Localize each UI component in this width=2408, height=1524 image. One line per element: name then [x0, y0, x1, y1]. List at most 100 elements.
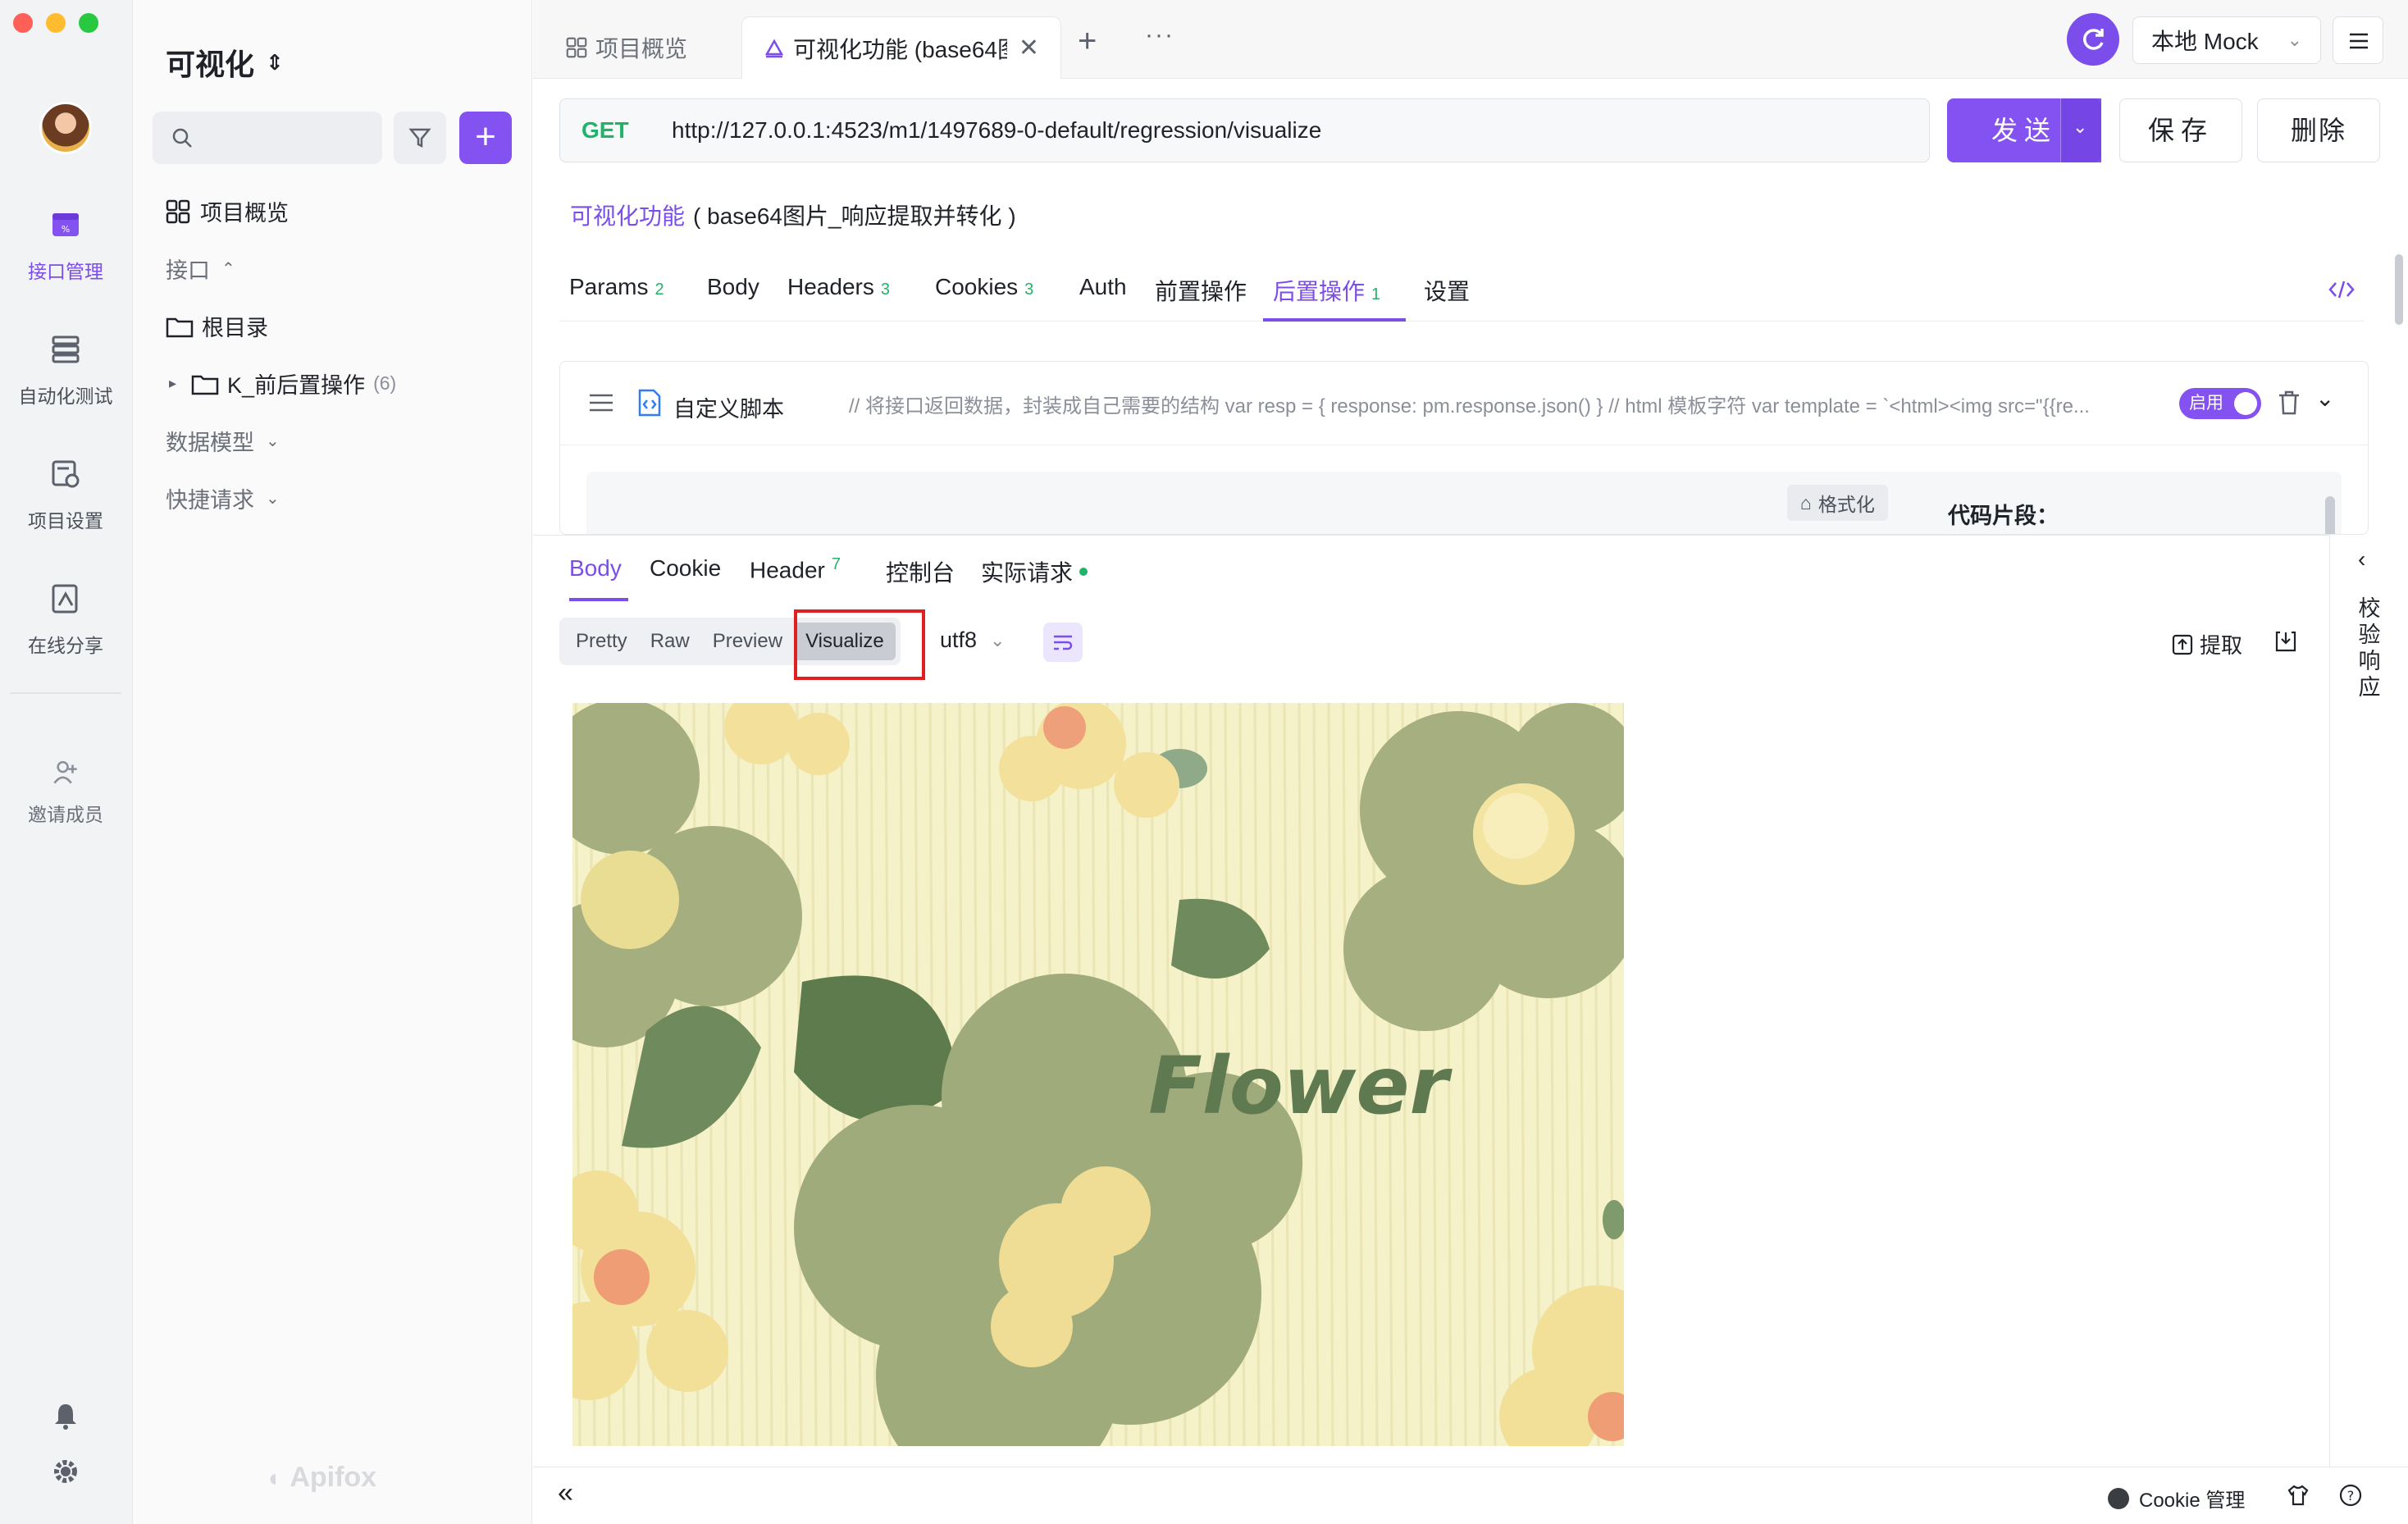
api-description: ( base64图片_响应提取并转化 ): [693, 203, 1016, 229]
tab-bar: 项目概览 可视化功能 (base64图 ✕ + ··· 本地 Mock ⌄: [533, 0, 2408, 79]
tab-visualize[interactable]: 可视化功能 (base64图 ✕: [741, 16, 1061, 79]
rail-item-api-management[interactable]: % 接口管理: [0, 208, 131, 284]
resp-tab-header[interactable]: Header 7: [750, 555, 841, 583]
main-scrollbar[interactable]: [2395, 254, 2403, 325]
sidebar-item-root[interactable]: 根目录: [166, 310, 268, 342]
api-management-icon: %: [52, 213, 79, 236]
close-icon[interactable]: ✕: [1019, 34, 1039, 62]
api-name[interactable]: 可视化功能: [570, 198, 685, 231]
send-options-button[interactable]: ⌄: [2060, 98, 2101, 162]
delete-button[interactable]: 删除: [2257, 98, 2380, 162]
tab-headers[interactable]: Headers 3: [787, 274, 890, 300]
view-mode-preview[interactable]: Preview: [701, 623, 794, 660]
folder-count: (6): [373, 372, 397, 394]
new-tab-button[interactable]: +: [1078, 23, 1097, 60]
section-label: 快捷请求: [166, 488, 254, 513]
tab-overview[interactable]: 项目概览: [545, 16, 709, 79]
view-mode-raw[interactable]: Raw: [639, 623, 701, 660]
view-mode-pretty[interactable]: Pretty: [564, 623, 639, 660]
tab-post-processors[interactable]: 后置操作 1: [1273, 274, 1380, 307]
avatar[interactable]: [39, 102, 92, 154]
chevron-left-icon[interactable]: ‹: [2358, 546, 2365, 573]
active-tab-underline: [569, 598, 628, 601]
resp-tab-cookie[interactable]: Cookie: [650, 555, 721, 582]
section-quick-request[interactable]: 快捷请求 ⌄: [166, 482, 280, 514]
tab-params[interactable]: Params 2: [569, 274, 664, 300]
rail-item-online-share[interactable]: 在线分享: [0, 582, 131, 658]
resp-tab-body[interactable]: Body: [569, 555, 622, 582]
enable-toggle[interactable]: 启用: [2179, 388, 2261, 419]
encoding-select[interactable]: utf8 ⌄: [940, 627, 1005, 653]
editor-scrollbar[interactable]: [2325, 496, 2335, 534]
project-settings-icon: [52, 460, 80, 488]
add-button[interactable]: +: [459, 112, 512, 164]
close-window-button[interactable]: [13, 13, 33, 33]
visualized-image: Flower: [572, 703, 1624, 1446]
flower-painting: Flower: [572, 703, 1624, 1446]
send-label: 发送: [1991, 116, 2057, 145]
url-bar[interactable]: GET http://127.0.0.1:4523/m1/1497689-0-d…: [559, 98, 1930, 162]
tab-cookies[interactable]: Cookies 3: [935, 274, 1033, 300]
refresh-icon: [2083, 29, 2104, 50]
cookie-manager-button[interactable]: Cookie 管理: [2108, 1484, 2245, 1513]
script-title: 自定义脚本: [673, 397, 784, 422]
tab-settings[interactable]: 设置: [1424, 274, 1470, 307]
project-switcher[interactable]: 可视化 ⇕: [166, 41, 284, 84]
menu-button[interactable]: [2333, 16, 2383, 64]
section-api[interactable]: 接口 ⌃: [166, 253, 235, 285]
sidebar: 可视化 ⇕ + 项目概览 接口 ⌃ 根目录 ▸ K_前后置操作 (6) 数据模型…: [133, 0, 532, 1524]
tab-pre-processors[interactable]: 前置操作: [1155, 274, 1247, 307]
save-button[interactable]: 保存: [2119, 98, 2242, 162]
trash-icon[interactable]: [2278, 390, 2301, 416]
environment-select[interactable]: 本地 Mock ⌄: [2132, 16, 2321, 64]
cookie-icon: [2108, 1487, 2129, 1509]
filter-button[interactable]: [394, 112, 446, 164]
tab-auth[interactable]: Auth: [1079, 274, 1127, 300]
search-input[interactable]: [153, 112, 382, 164]
save-response-icon[interactable]: [2275, 631, 2296, 652]
chevron-down-icon: ⌄: [266, 490, 280, 508]
rail-item-automation[interactable]: 自动化测试: [0, 333, 131, 408]
grid-icon: [166, 199, 190, 223]
svg-text:?: ?: [2347, 1488, 2355, 1503]
verify-panel-strip[interactable]: ‹ 校验响应: [2329, 535, 2408, 1467]
collapse-sidebar-icon[interactable]: «: [558, 1477, 573, 1509]
apifox-logo-icon: ◐: [268, 1465, 284, 1492]
rail-item-project-settings[interactable]: 项目设置: [0, 458, 131, 533]
resp-tab-actual-request[interactable]: 实际请求: [981, 555, 1088, 588]
tab-label: 项目概览: [595, 36, 688, 62]
section-models[interactable]: 数据模型 ⌄: [166, 425, 280, 457]
help-icon[interactable]: ?: [2339, 1484, 2362, 1507]
sidebar-item-label: 项目概览: [200, 201, 289, 226]
api-doc-icon: [764, 38, 784, 57]
extract-label: 提取: [2200, 633, 2243, 658]
maximize-window-button[interactable]: [79, 13, 98, 33]
sync-button[interactable]: [2067, 13, 2119, 66]
rail-item-invite[interactable]: 邀请成员: [0, 758, 131, 827]
script-header[interactable]: 自定义脚本 // 将接口返回数据，封装成自己需要的结构 var resp = {…: [560, 362, 2368, 445]
code-editor[interactable]: ⌂ 格式化 代码片段：: [586, 472, 2342, 534]
url-input[interactable]: http://127.0.0.1:4523/m1/1497689-0-defau…: [672, 117, 1321, 144]
method-select[interactable]: GET: [581, 117, 629, 144]
sidebar-item-folder[interactable]: ▸ K_前后置操作 (6): [169, 367, 396, 399]
rail-item-label: 接口管理: [28, 261, 103, 282]
minimize-window-button[interactable]: [46, 13, 66, 33]
sidebar-item-overview[interactable]: 项目概览: [166, 195, 289, 227]
verify-response-label[interactable]: 校验响应: [2356, 595, 2383, 700]
automation-test-icon: [52, 335, 80, 363]
shirt-icon[interactable]: [2287, 1484, 2310, 1507]
drag-handle-icon[interactable]: [588, 391, 614, 414]
code-icon[interactable]: [2328, 277, 2356, 302]
rail-item-label: 自动化测试: [18, 386, 113, 407]
more-tabs-button[interactable]: ···: [1145, 21, 1174, 49]
resp-tab-console[interactable]: 控制台: [886, 555, 955, 588]
tab-body[interactable]: Body: [707, 274, 759, 300]
search-icon: [172, 128, 192, 148]
format-label: 格式化: [1817, 494, 1875, 515]
bell-icon[interactable]: [51, 1401, 80, 1430]
chevron-down-icon[interactable]: ⌄: [2315, 385, 2334, 412]
format-button[interactable]: ⌂ 格式化: [1787, 485, 1888, 521]
wrap-lines-button[interactable]: [1043, 623, 1083, 662]
extract-button[interactable]: 提取: [2172, 629, 2242, 659]
gear-icon[interactable]: [51, 1457, 80, 1486]
